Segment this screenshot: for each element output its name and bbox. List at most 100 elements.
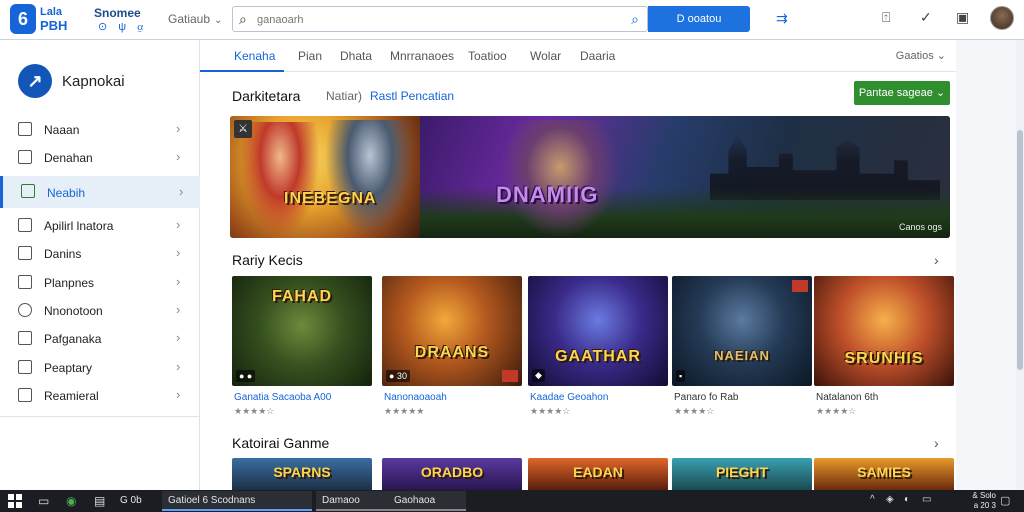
brand-name[interactable]: Snomee	[94, 6, 141, 20]
avatar[interactable]	[990, 6, 1014, 30]
browser-icon[interactable]: ◉	[66, 494, 76, 508]
network-icon[interactable]: ◈	[886, 494, 894, 505]
banner-game-title-left: INEBEGNA	[284, 190, 377, 207]
taskbar-app-active[interactable]: Gatioel 6 Scodnans	[162, 491, 312, 511]
game-card[interactable]: ORADBO	[382, 458, 522, 490]
sidebar-item-notifications[interactable]: Nnonotoon ›	[0, 297, 200, 325]
chevron-right-icon: ›	[176, 302, 181, 317]
chevron-right-icon: ›	[176, 359, 181, 374]
window-icon[interactable]: ▣	[956, 9, 969, 26]
chevron-right-icon: ›	[176, 330, 181, 345]
game-card[interactable]: EADAN	[528, 458, 668, 490]
game-rating: ★★★★☆	[234, 406, 275, 416]
game-thumb-title: SPARNS	[273, 464, 331, 480]
game-thumb-title: NAEIAN	[714, 348, 770, 363]
chevron-right-icon: ›	[176, 274, 181, 289]
featured-banner[interactable]: ⚔ INEBEGNA DNAMIIG Canos ogs	[230, 116, 950, 238]
banner-credit: Canos ogs	[898, 222, 942, 232]
top-menu-label: Gatiaub	[168, 12, 211, 26]
sort-dropdown[interactable]: Gaatios ⌄	[896, 49, 946, 62]
search-box[interactable]: ⌕ ⌕	[232, 6, 648, 32]
magnifier-icon[interactable]: ⌕	[631, 11, 639, 28]
banner-hero-left	[240, 122, 320, 238]
sidebar-item-packages[interactable]: Pafganaka ›	[0, 325, 200, 353]
app-logo[interactable]: 6	[10, 4, 36, 34]
sidebar-logo[interactable]: ↗	[18, 64, 52, 98]
sidebar-item-property[interactable]: Peaptary ›	[0, 354, 200, 382]
game-badge: ▪	[676, 370, 686, 382]
tab-item[interactable]: Toatioo	[468, 49, 507, 63]
upload-icon[interactable]: ⍐	[882, 9, 890, 26]
game-badge: ◆	[532, 369, 545, 382]
game-card[interactable]: GAATHAR ◆ Kaadae Geoahon ★★★★☆	[528, 276, 668, 416]
taskbar-clock[interactable]: & Solo a 20 3	[952, 491, 996, 511]
windows-start-icon[interactable]	[8, 494, 22, 508]
sidebar-item-home[interactable]: Naaan ›	[0, 116, 200, 144]
sidebar-item-active[interactable]: Neabih ›	[0, 176, 200, 208]
featured-action-button[interactable]: Pantae sageae ⌄	[854, 81, 950, 105]
battery-icon[interactable]: ▭	[922, 494, 931, 505]
sidebar-item-label: Apilirl lnatora	[44, 219, 114, 233]
notifications-icon[interactable]: ▢	[1000, 494, 1010, 507]
game-thumbnail: FAHAD ● ●	[232, 276, 372, 386]
task-view-icon[interactable]: ▭	[38, 494, 49, 508]
game-card[interactable]: NAEIAN ▪ Panaro fo Rab ★★★★☆	[672, 276, 812, 416]
tab-item[interactable]: Wolar	[530, 49, 561, 63]
chevron-right-icon: ›	[176, 387, 181, 402]
game-rating: ★★★★☆	[674, 406, 715, 416]
folder-icon[interactable]: ▤	[94, 494, 105, 508]
sidebar-item-label: Pafganaka	[44, 332, 102, 346]
chevron-down-icon: ⌄	[935, 87, 946, 99]
scrollbar-thumb[interactable]	[1017, 130, 1023, 370]
tab-item[interactable]: Dhata	[340, 49, 372, 63]
sidebar-item-library[interactable]: Reamieral ›	[0, 382, 200, 410]
tab-item[interactable]: Daaria	[580, 49, 615, 63]
chevron-right-icon[interactable]: ›	[934, 252, 939, 268]
check-icon[interactable]: ✓	[920, 9, 932, 26]
game-thumb-title: DRAANS	[414, 344, 490, 361]
game-thumb-title: SAMIES	[857, 464, 911, 480]
search-input[interactable]	[257, 11, 617, 29]
tab-item[interactable]: Mnrranaoes	[390, 49, 454, 63]
tab-item[interactable]: Pian	[298, 49, 322, 63]
game-card[interactable]: SAMIES	[814, 458, 954, 490]
sidebar-item-apps[interactable]: Apilirl lnatora ›	[0, 212, 200, 240]
games-icon	[18, 246, 32, 260]
package-icon	[18, 331, 32, 345]
chevron-right-icon: ›	[176, 217, 181, 232]
taskbar-search[interactable]: G 0b	[120, 495, 142, 506]
game-card[interactable]: PIEGHT	[672, 458, 812, 490]
row-title-popular: Rariy Kecis	[232, 252, 303, 268]
taskbar: ▭ ◉ ▤ G 0b Gatioel 6 Scodnans Damaoo Gao…	[0, 490, 1024, 512]
game-card[interactable]: DRAANS ● 30 Nanonaoaoah ★★★★★	[382, 276, 522, 416]
search-cta-button[interactable]: D ooatou	[648, 6, 750, 32]
chevron-right-icon: ›	[176, 121, 181, 136]
chevron-right-icon: ›	[176, 149, 181, 164]
game-rating: ★★★★☆	[816, 406, 857, 416]
speaker-icon[interactable]: ◐	[904, 494, 910, 505]
sidebar-item-games[interactable]: Danins ›	[0, 240, 200, 268]
game-badge: ● 30	[386, 370, 410, 382]
game-card[interactable]: FAHAD ● ● Ganatia Sacaoba A00 ★★★★☆	[232, 276, 372, 416]
tab-active[interactable]: Kenaha	[234, 49, 275, 63]
age-rating-icon	[502, 370, 518, 382]
sidebar-item-plans[interactable]: Planpnes ›	[0, 269, 200, 297]
taskbar-app[interactable]: Damaoo Gaohaoa	[316, 491, 466, 511]
chevron-right-icon[interactable]: ›	[934, 435, 939, 451]
sidebar-item-download[interactable]: Denahan ›	[0, 144, 200, 172]
top-menu-dropdown[interactable]: Gatiaub ⌄	[168, 12, 222, 26]
game-thumb-title: ORADBO	[420, 464, 484, 480]
chevron-down-icon: ⌄	[936, 50, 946, 62]
sidebar-item-label: Reamieral	[44, 389, 99, 403]
clock-date: a 20 3	[973, 501, 996, 510]
tab-active-indicator	[200, 70, 284, 72]
sync-icon[interactable]: ⇉	[776, 10, 788, 27]
featured-link[interactable]: Rastl Pencatian	[370, 89, 454, 103]
game-thumb-title: EADAN	[573, 464, 623, 480]
taskbar-app-label-secondary: Gaohaoa	[394, 495, 436, 506]
sidebar: ↗ Kapnokai Naaan › Denahan › Neabih › Ap…	[0, 40, 200, 490]
game-card[interactable]: SPARNS	[232, 458, 372, 490]
chevron-up-icon[interactable]: ^	[870, 494, 875, 505]
game-thumb-title: GAATHAR	[555, 348, 641, 365]
game-card[interactable]: SRUNHIS Natalanon 6th ★★★★☆	[814, 276, 954, 416]
